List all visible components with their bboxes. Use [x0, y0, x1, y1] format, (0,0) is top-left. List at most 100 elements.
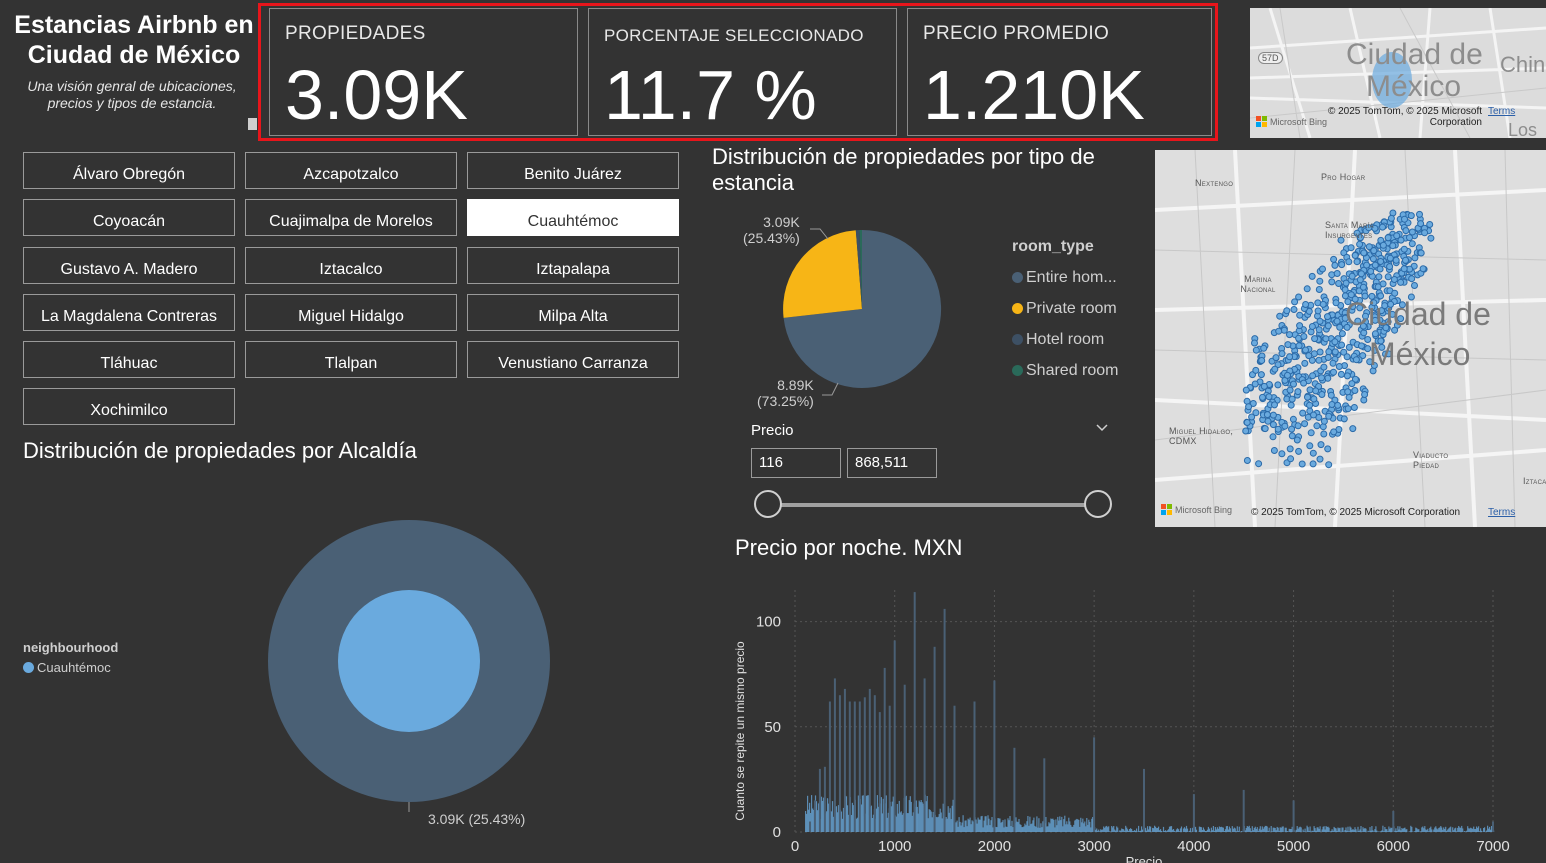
- hist-bar-fine: [1282, 826, 1284, 832]
- microsoft-logo-icon: [1256, 116, 1267, 127]
- x-axis-label: Precio: [1126, 854, 1163, 863]
- alcaldia-button[interactable]: La Magdalena Contreras: [23, 294, 235, 331]
- map-listing-point: [1353, 258, 1361, 266]
- map-listing-point: [1300, 379, 1308, 387]
- map-listing-point: [1308, 272, 1316, 280]
- map-listing-point: [1371, 261, 1379, 269]
- map-listing-point: [1408, 275, 1416, 283]
- map-listing-point: [1343, 372, 1351, 380]
- hist-bar-fine: [1431, 829, 1433, 832]
- map-listing-point: [1356, 240, 1364, 248]
- map-listing-point: [1325, 348, 1333, 356]
- map-listing-point: [1325, 461, 1333, 469]
- alcaldia-button[interactable]: Venustiano Carranza: [467, 341, 679, 378]
- alcaldia-donut-chart[interactable]: [260, 512, 560, 812]
- pie-legend-item[interactable]: Entire hom...: [1012, 262, 1119, 293]
- alcaldia-button[interactable]: Azcapotzalco: [245, 152, 457, 189]
- alcaldia-button[interactable]: Tláhuac: [23, 341, 235, 378]
- price-max-input[interactable]: 868,511: [847, 448, 937, 478]
- map-listing-point: [1316, 348, 1324, 356]
- map-listing-point: [1290, 380, 1297, 388]
- donut-inner-segment[interactable]: [338, 590, 480, 732]
- map-listing-point: [1260, 344, 1268, 352]
- legend-dot-icon: [1012, 334, 1023, 345]
- map-listing-point: [1337, 370, 1345, 378]
- pie-legend-item[interactable]: Shared room: [1012, 355, 1119, 386]
- map-listing-point: [1345, 258, 1353, 266]
- alcaldia-button[interactable]: Milpa Alta: [467, 294, 679, 331]
- price-min-input[interactable]: 116: [751, 448, 841, 478]
- alcaldia-button[interactable]: Álvaro Obregón: [23, 152, 235, 189]
- map-place-label: Iztaca: [1523, 476, 1546, 486]
- price-slider-min-handle[interactable]: [754, 490, 782, 518]
- map-listing-point: [1252, 366, 1260, 374]
- hist-bar: [828, 701, 831, 832]
- map-place-label: Viaducto Piedad: [1413, 450, 1449, 470]
- map-listing-point: [1333, 270, 1341, 277]
- map-listing-point: [1335, 363, 1343, 370]
- map-place-label: Santa María Insurgentes: [1325, 220, 1374, 240]
- alcaldia-button[interactable]: Tlalpan: [245, 341, 457, 378]
- map-terms-link[interactable]: Terms: [1488, 106, 1515, 117]
- map-listing-point: [1348, 272, 1356, 280]
- map-place-label: Nextengo: [1195, 178, 1234, 188]
- map-listing-point: [1317, 441, 1325, 449]
- map-listing-point: [1338, 341, 1346, 349]
- alcaldia-button[interactable]: Miguel Hidalgo: [245, 294, 457, 331]
- map-listing-point: [1310, 350, 1318, 358]
- hist-bar-fine: [1138, 825, 1140, 832]
- hist-bar-fine: [1186, 828, 1189, 832]
- kpi-card-propiedades[interactable]: PROPIEDADES 3.09K: [269, 8, 578, 136]
- map-listing-point: [1295, 293, 1303, 301]
- donut-legend-item[interactable]: Cuauhtémoc: [23, 660, 111, 675]
- kpi-card-precio-promedio[interactable]: PRECIO PROMEDIO 1.210K: [907, 8, 1212, 136]
- minimap[interactable]: Ciudad de México Chin Los 57D Microsoft …: [1250, 8, 1546, 138]
- map-listing-point: [1264, 417, 1272, 425]
- map-listing-point: [1411, 282, 1418, 289]
- alcaldia-button[interactable]: Gustavo A. Madero: [23, 247, 235, 284]
- alcaldia-button[interactable]: Benito Juárez: [467, 152, 679, 189]
- map-listing-point: [1360, 249, 1368, 257]
- kpi-card-porcentaje[interactable]: PORCENTAJE SELECCIONADO 11.7 %: [588, 8, 897, 136]
- map-listing-point: [1301, 359, 1309, 367]
- alcaldia-button[interactable]: Coyoacán: [23, 199, 235, 236]
- alcaldia-button[interactable]: Cuauhtémoc: [467, 199, 679, 236]
- hist-bar-fine: [1411, 826, 1413, 832]
- map-listing-point: [1294, 422, 1302, 430]
- resize-handle[interactable]: [248, 118, 257, 130]
- map-terms-link[interactable]: Terms: [1488, 507, 1515, 518]
- hist-bar-fine: [1270, 826, 1272, 832]
- kpi-label: PORCENTAJE SELECCIONADO: [604, 26, 864, 45]
- map-listing-point: [1328, 401, 1336, 408]
- pie-data-label-top: 3.09K (25.43%): [743, 214, 800, 246]
- map-listing-point: [1311, 335, 1319, 343]
- price-slider-max-handle[interactable]: [1084, 490, 1112, 518]
- x-tick-label: 4000: [1177, 838, 1210, 855]
- map-listing-point: [1258, 357, 1266, 364]
- listings-map[interactable]: Nextengo Pro Hogar Santa María Insurgent…: [1155, 150, 1546, 527]
- alcaldia-button[interactable]: Iztacalco: [245, 247, 457, 284]
- alcaldia-button[interactable]: Xochimilco: [23, 388, 235, 425]
- hist-bar: [903, 684, 906, 832]
- hist-bar-fine: [1339, 827, 1341, 832]
- map-listing-point: [1287, 455, 1295, 463]
- y-axis-label: Cuanto se repite un mismo precio: [733, 641, 747, 821]
- price-histogram[interactable]: 0501000 1000 2000 3000 4000 5000 6000 7000Cuant…: [725, 575, 1525, 863]
- map-listing-point: [1269, 421, 1277, 429]
- hist-bar-fine: [1189, 828, 1192, 832]
- pie-legend-item[interactable]: Hotel room: [1012, 324, 1119, 355]
- chevron-down-icon[interactable]: [1095, 420, 1109, 437]
- hist-bar-fine: [1484, 827, 1486, 832]
- kpi-value: 11.7 %: [604, 56, 817, 134]
- map-listing-point: [1296, 322, 1304, 330]
- alcaldia-button[interactable]: Cuajimalpa de Morelos: [245, 199, 457, 236]
- price-slider-track[interactable]: [770, 503, 1098, 507]
- map-listing-point: [1406, 234, 1413, 242]
- pie-legend-item[interactable]: Private room: [1012, 293, 1119, 324]
- map-listing-point: [1286, 386, 1294, 394]
- map-listing-point: [1261, 425, 1269, 433]
- alcaldia-button[interactable]: Iztapalapa: [467, 247, 679, 284]
- map-listing-point: [1426, 221, 1434, 228]
- map-listing-point: [1340, 415, 1348, 423]
- kpi-label: PRECIO PROMEDIO: [923, 23, 1110, 44]
